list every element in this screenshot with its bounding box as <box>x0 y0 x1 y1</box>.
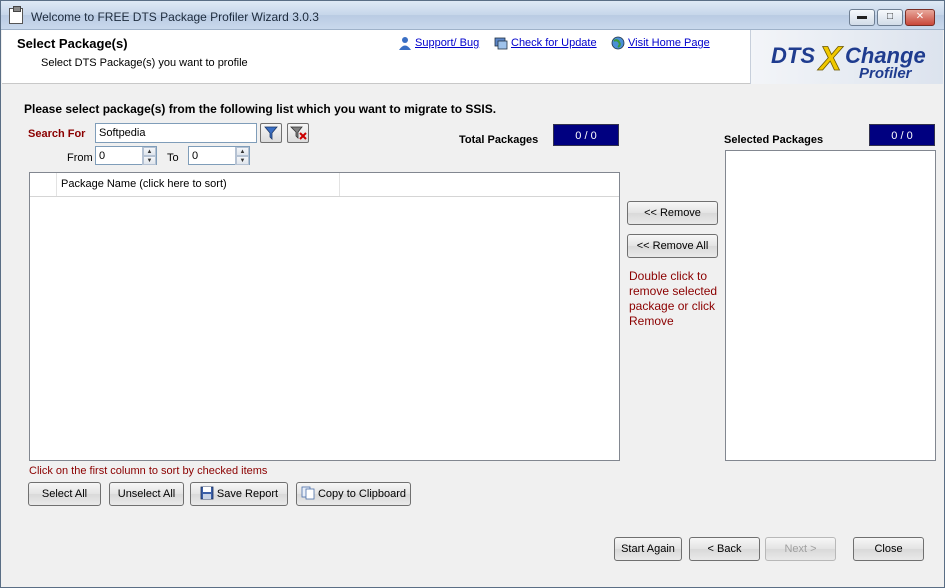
from-spinner[interactable]: ▲ ▼ <box>142 147 156 165</box>
filter-icon <box>264 126 278 140</box>
globe-icon <box>611 36 625 50</box>
remove-all-button[interactable]: << Remove All <box>627 234 718 258</box>
remove-hint: Double click to remove selected package … <box>629 269 718 328</box>
to-label: To <box>167 152 179 164</box>
floppy-disk-icon <box>200 486 214 500</box>
check-update-link-label: Check for Update <box>511 37 597 49</box>
selected-packages-label: Selected Packages <box>724 134 824 146</box>
selected-packages-list[interactable] <box>725 150 936 461</box>
page-title: Select Package(s) <box>17 36 128 51</box>
spin-down-icon[interactable]: ▼ <box>143 156 156 165</box>
spin-up-icon[interactable]: ▲ <box>143 147 156 156</box>
sort-hint: Click on the first column to sort by che… <box>29 465 268 477</box>
spin-down-icon[interactable]: ▼ <box>236 156 249 165</box>
package-name-column-header[interactable]: Package Name (click here to sort) <box>57 173 340 196</box>
support-link[interactable]: Support/ Bug <box>398 36 479 50</box>
page-subtitle: Select DTS Package(s) you want to profil… <box>41 57 248 69</box>
start-again-button[interactable]: Start Again <box>614 537 682 561</box>
apply-filter-button[interactable] <box>260 123 282 143</box>
home-page-link[interactable]: Visit Home Page <box>611 36 710 50</box>
maximize-button[interactable]: □ <box>877 9 903 26</box>
check-column-header[interactable] <box>30 173 57 196</box>
back-button[interactable]: < Back <box>689 537 760 561</box>
logo-dts: DTS <box>771 43 815 68</box>
instructions-text: Please select package(s) from the follow… <box>24 102 497 116</box>
selected-packages-count: 0 / 0 <box>869 124 935 146</box>
total-packages-count: 0 / 0 <box>553 124 619 146</box>
logo-profiler: Profiler <box>859 65 913 82</box>
unselect-all-button[interactable]: Unselect All <box>109 482 184 506</box>
home-page-link-label: Visit Home Page <box>628 37 710 49</box>
grid-header: Package Name (click here to sort) <box>30 173 619 197</box>
save-report-label: Save Report <box>216 488 279 500</box>
copy-icon <box>301 486 315 500</box>
search-input[interactable] <box>95 123 257 143</box>
clipboard-icon <box>9 6 23 24</box>
clear-filter-button[interactable] <box>287 123 309 143</box>
select-all-button[interactable]: Select All <box>28 482 101 506</box>
remove-button[interactable]: << Remove <box>627 201 718 225</box>
package-grid[interactable]: Package Name (click here to sort) <box>29 172 620 461</box>
minimize-button[interactable]: ▬ <box>849 9 875 26</box>
copy-to-clipboard-button[interactable]: Copy to Clipboard <box>296 482 411 506</box>
window-title: Welcome to FREE DTS Package Profiler Wiz… <box>31 10 319 24</box>
wizard-window: Welcome to FREE DTS Package Profiler Wiz… <box>0 0 945 588</box>
total-packages-label: Total Packages <box>459 134 539 146</box>
to-spinner[interactable]: ▲ ▼ <box>235 147 249 165</box>
spin-up-icon[interactable]: ▲ <box>236 147 249 156</box>
user-icon <box>399 37 411 50</box>
wizard-header: Select Package(s) Select DTS Package(s) … <box>2 30 943 84</box>
dts-xchange-logo: DTS X Change Profiler <box>750 30 943 84</box>
close-window-button[interactable]: ✕ <box>905 9 935 26</box>
clear-filter-icon <box>290 126 307 140</box>
logo-x: X <box>817 40 844 78</box>
check-update-link[interactable]: Check for Update <box>494 36 597 50</box>
title-bar[interactable]: Welcome to FREE DTS Package Profiler Wiz… <box>1 1 944 30</box>
logo-graphic: DTS X Change Profiler <box>771 40 926 82</box>
next-button[interactable]: Next > <box>765 537 836 561</box>
search-label: Search For <box>28 128 86 140</box>
from-label: From <box>67 152 93 164</box>
copy-to-clipboard-label: Copy to Clipboard <box>317 488 407 500</box>
close-button[interactable]: Close <box>853 537 924 561</box>
save-report-button[interactable]: Save Report <box>190 482 288 506</box>
filler-column-header <box>340 173 619 196</box>
support-link-label: Support/ Bug <box>415 37 480 49</box>
update-icon <box>494 37 508 50</box>
